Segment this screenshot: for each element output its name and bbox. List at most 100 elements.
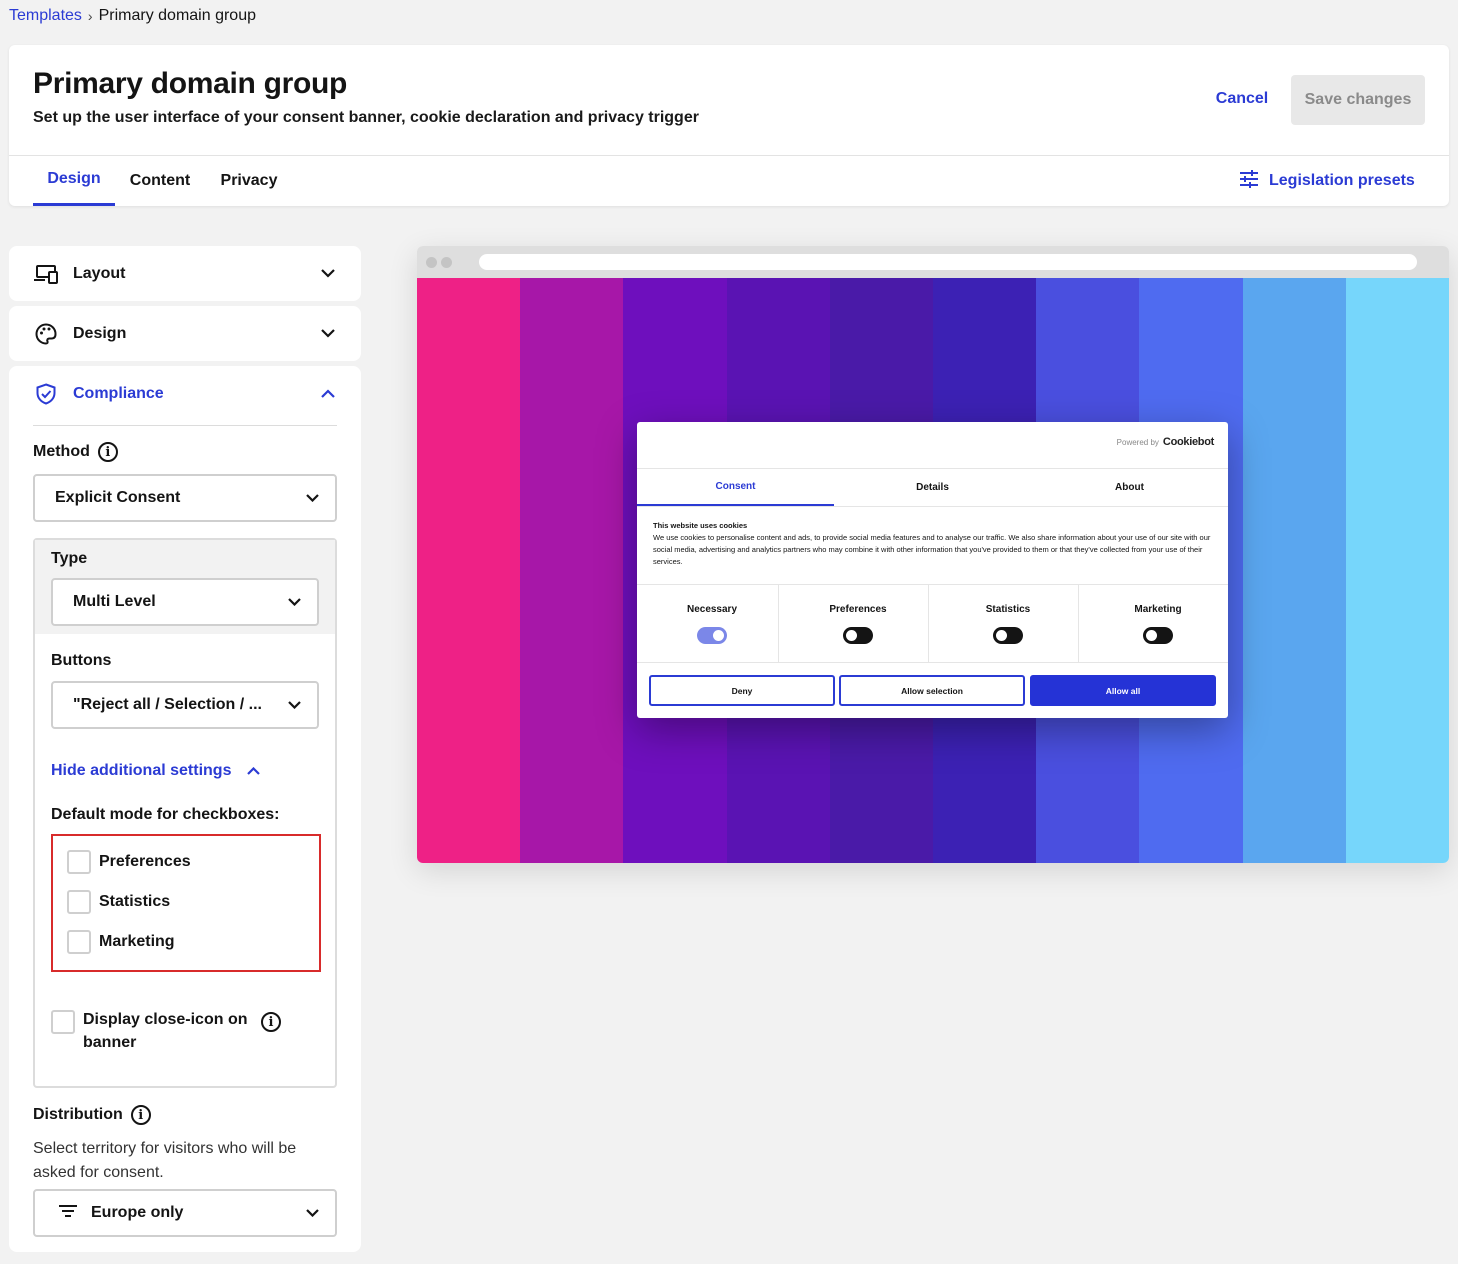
preferences-checkbox[interactable] (67, 850, 91, 874)
page-subtitle: Set up the user interface of your consen… (33, 109, 699, 126)
distribution-value: Europe only (91, 1204, 184, 1221)
method-value: Explicit Consent (55, 489, 181, 506)
banner-preview: Powered by Cookiebot Consent Details Abo… (417, 246, 1449, 863)
palette-icon (33, 321, 59, 347)
buttons-value: "Reject all / Selection / ... (73, 696, 262, 713)
allow-all-button[interactable]: Allow all (1030, 675, 1216, 706)
checkbox-row-preferences[interactable]: Preferences (67, 850, 191, 874)
distribution-row: Distribution i (33, 1105, 151, 1125)
compliance-divider (33, 425, 337, 426)
tab-content[interactable]: Content (125, 155, 195, 206)
chevron-down-icon (288, 696, 301, 714)
category-label: Marketing (1134, 604, 1182, 615)
banner-divider (637, 506, 1228, 507)
background-stripe (417, 278, 521, 863)
default-mode-label: Default mode for checkboxes: (51, 806, 280, 823)
background-stripe (1242, 278, 1346, 863)
close-icon-label-line2: banner (83, 1034, 137, 1051)
statistics-checkbox[interactable] (67, 890, 91, 914)
deny-button[interactable]: Deny (649, 675, 835, 706)
design-label: Design (73, 324, 127, 342)
category-separator (778, 585, 779, 662)
compliance-label: Compliance (73, 384, 164, 402)
save-changes-button[interactable]: Save changes (1291, 75, 1425, 125)
method-select[interactable]: Explicit Consent (33, 474, 337, 522)
type-select[interactable]: Multi Level (51, 578, 319, 626)
breadcrumb-templates-link[interactable]: Templates (9, 7, 82, 25)
category-statistics: Statistics (933, 585, 1083, 662)
breadcrumb-separator: › (87, 8, 93, 24)
info-icon[interactable]: i (130, 1105, 151, 1125)
distribution-description-line1: Select territory for visitors who will b… (33, 1140, 297, 1157)
statistics-checkbox-label: Statistics (99, 893, 171, 910)
type-area: Type Multi Level (35, 540, 335, 634)
chevron-down-icon (306, 1204, 319, 1222)
chevron-up-icon (247, 762, 261, 780)
category-separator (1078, 585, 1079, 662)
distribution-description: Select territory for visitors who will b… (33, 1137, 296, 1185)
hide-additional-settings-toggle[interactable]: Hide additional settings (51, 762, 261, 780)
legislation-presets-button[interactable]: Legislation presets (1239, 169, 1415, 193)
page-title: Primary domain group (33, 67, 348, 100)
preferences-toggle[interactable] (843, 627, 873, 644)
banner-tab-about[interactable]: About (1031, 468, 1228, 506)
chevron-up-icon (321, 385, 335, 403)
distribution-description-line2: asked for consent. (33, 1164, 164, 1181)
browser-bar (417, 246, 1449, 278)
necessary-toggle[interactable] (697, 627, 727, 644)
background-stripe (1345, 278, 1449, 863)
category-label: Necessary (686, 604, 738, 615)
hide-additional-settings-label: Hide additional settings (51, 762, 232, 779)
distribution-select[interactable]: Europe only (33, 1189, 337, 1237)
compliance-accordion-header[interactable]: Compliance (9, 366, 361, 421)
buttons-select[interactable]: "Reject all / Selection / ... (51, 681, 319, 729)
checkbox-row-statistics[interactable]: Statistics (67, 890, 170, 914)
close-icon-label-line1: Display close-icon on (83, 1011, 248, 1028)
layout-accordion[interactable]: Layout (9, 246, 361, 301)
marketing-checkbox[interactable] (67, 930, 91, 954)
chevron-down-icon (306, 489, 319, 507)
cookiebot-logo: Cookiebot (1162, 436, 1214, 448)
category-marketing: Marketing (1083, 585, 1233, 662)
legislation-presets-label: Legislation presets (1269, 172, 1415, 189)
banner-text: This website uses cookies We use cookies… (653, 520, 1213, 568)
close-icon-option[interactable]: Display close-icon on banner i (51, 1010, 281, 1054)
window-dot (441, 257, 452, 268)
sliders-icon (1239, 169, 1259, 194)
shield-check-icon (33, 381, 59, 407)
info-icon[interactable]: i (97, 442, 118, 462)
compliance-panel: Compliance Method i Explicit Consent Typ… (9, 366, 361, 1252)
statistics-toggle[interactable] (993, 627, 1023, 644)
marketing-checkbox-label: Marketing (99, 933, 175, 950)
background-stripe (520, 278, 624, 863)
allow-selection-button[interactable]: Allow selection (839, 675, 1025, 706)
cancel-button[interactable]: Cancel (1197, 77, 1287, 121)
banner-tab-details[interactable]: Details (834, 468, 1031, 506)
close-icon-label: Display close-icon on banner (83, 1008, 253, 1054)
category-label: Statistics (985, 604, 1031, 615)
breadcrumb: Templates › Primary domain group (9, 7, 256, 25)
checkbox-row-marketing[interactable]: Marketing (67, 930, 175, 954)
tab-design[interactable]: Design (33, 155, 115, 206)
method-row: Method i (33, 442, 118, 462)
banner-body: We use cookies to personalise content an… (653, 533, 1211, 566)
type-value: Multi Level (73, 593, 156, 610)
banner-tab-consent[interactable]: Consent (637, 468, 834, 506)
method-settings-box: Type Multi Level Buttons "Reject all / S… (33, 538, 337, 1088)
distribution-label: Distribution (33, 1106, 123, 1123)
layout-label: Layout (73, 264, 126, 282)
tab-privacy[interactable]: Privacy (215, 155, 283, 206)
powered-by-label: Powered by (1116, 437, 1159, 447)
close-icon-checkbox[interactable] (51, 1010, 75, 1034)
powered-by: Powered by Cookiebot (1116, 436, 1215, 448)
url-bar (479, 254, 1417, 270)
design-accordion[interactable]: Design (9, 306, 361, 361)
marketing-toggle[interactable] (1143, 627, 1173, 644)
category-preferences: Preferences (783, 585, 933, 662)
consent-banner: Powered by Cookiebot Consent Details Abo… (637, 422, 1228, 718)
category-necessary: Necessary (637, 585, 787, 662)
chevron-down-icon (321, 265, 335, 283)
chevron-down-icon (321, 325, 335, 343)
info-icon[interactable]: i (261, 1012, 281, 1032)
chevron-down-icon (288, 593, 301, 611)
